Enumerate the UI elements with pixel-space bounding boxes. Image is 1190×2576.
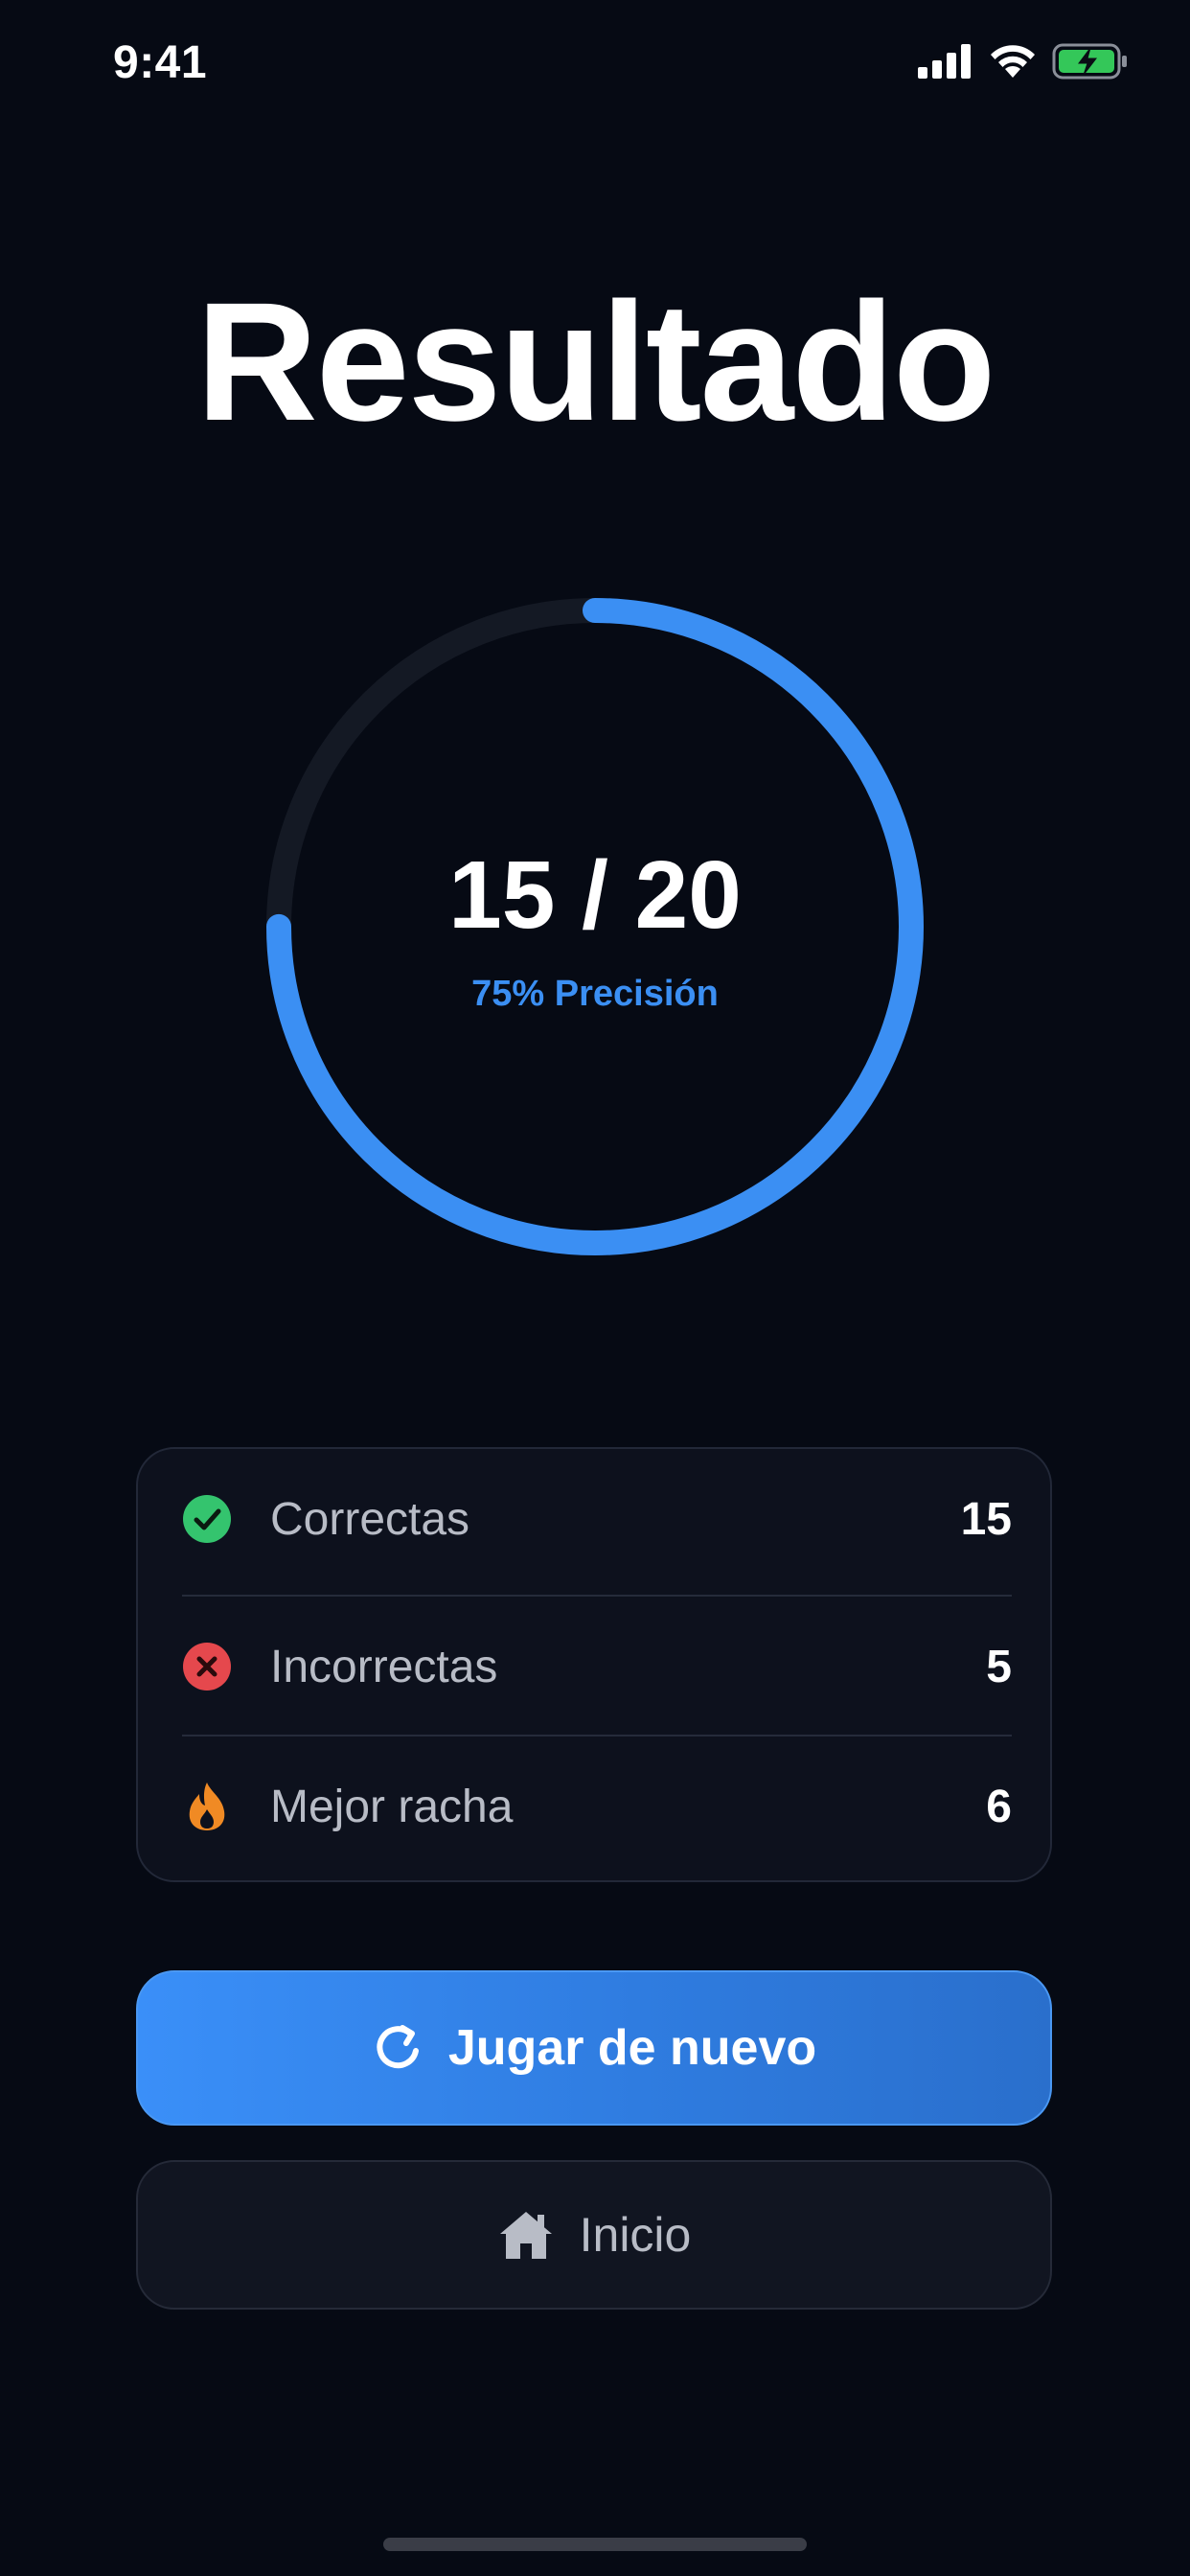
stat-label: Correctas — [270, 1493, 470, 1545]
page-title: Resultado — [195, 268, 996, 456]
cellular-signal-icon — [918, 44, 971, 79]
status-bar-time: 9:41 — [113, 37, 208, 88]
stat-value: 6 — [986, 1781, 1012, 1832]
score-text: 15 / 20 — [448, 841, 742, 949]
stat-row-best-streak: Mejor racha 6 — [182, 1736, 1012, 1876]
refresh-icon — [377, 2025, 419, 2069]
stat-value: 5 — [986, 1641, 1012, 1692]
wifi-icon — [991, 45, 1035, 78]
stat-label: Incorrectas — [270, 1641, 498, 1692]
accuracy-ring: 15 / 20 75% Precisión — [264, 596, 926, 1257]
check-circle-icon — [182, 1494, 232, 1544]
stats-card: Correctas 15 Incorrectas 5 Mejor racha 6 — [136, 1447, 1052, 1882]
accuracy-text: 75% Precisión — [471, 974, 719, 1014]
play-again-label: Jugar de nuevo — [447, 2020, 817, 2076]
battery-charging-icon — [1052, 43, 1127, 80]
stat-row-incorrect: Incorrectas 5 — [182, 1597, 1012, 1736]
home-button[interactable]: Inicio — [136, 2160, 1052, 2310]
stat-row-correct: Correctas 15 — [182, 1449, 1012, 1589]
home-icon — [499, 2212, 552, 2259]
status-bar-icons — [918, 42, 1129, 80]
x-circle-icon — [182, 1642, 232, 1691]
home-indicator[interactable] — [383, 2538, 807, 2551]
flame-icon — [182, 1782, 232, 1831]
home-label: Inicio — [579, 2208, 692, 2262]
stat-label: Mejor racha — [270, 1781, 514, 1832]
stat-value: 15 — [960, 1493, 1012, 1545]
play-again-button[interactable]: Jugar de nuevo — [136, 1970, 1052, 2126]
